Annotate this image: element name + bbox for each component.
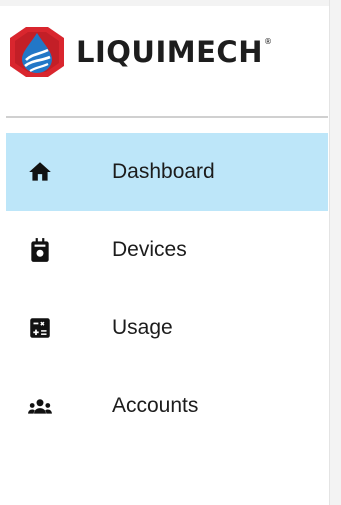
app-frame: LIQUIMECH ® Dashboard Devices Usage Acco… xyxy=(0,0,341,505)
brand-name-text: LIQUIMECH xyxy=(76,35,263,69)
sidebar-nav: Dashboard Devices Usage Accounts xyxy=(6,133,328,445)
sidebar-item-devices[interactable]: Devices xyxy=(6,211,328,289)
sidebar-item-label: Accounts xyxy=(112,394,199,417)
sidebar: LIQUIMECH ® Dashboard Devices Usage Acco… xyxy=(0,6,328,505)
sidebar-item-usage[interactable]: Usage xyxy=(6,289,328,367)
device-icon xyxy=(26,236,54,264)
sidebar-item-accounts[interactable]: Accounts xyxy=(6,367,328,445)
people-icon xyxy=(26,392,54,420)
registered-mark: ® xyxy=(263,37,273,46)
sidebar-divider xyxy=(6,116,328,118)
home-icon xyxy=(26,158,54,186)
sidebar-item-label: Dashboard xyxy=(112,160,215,183)
brand-name: LIQUIMECH ® xyxy=(76,35,272,69)
sidebar-item-dashboard[interactable]: Dashboard xyxy=(6,133,328,211)
liquimech-drop-logo-icon xyxy=(10,27,64,77)
main-content-edge xyxy=(329,0,341,505)
sidebar-item-label: Usage xyxy=(112,316,173,339)
sidebar-item-label: Devices xyxy=(112,238,187,261)
calculator-icon xyxy=(26,314,54,342)
brand-logo[interactable]: LIQUIMECH ® xyxy=(8,26,272,78)
